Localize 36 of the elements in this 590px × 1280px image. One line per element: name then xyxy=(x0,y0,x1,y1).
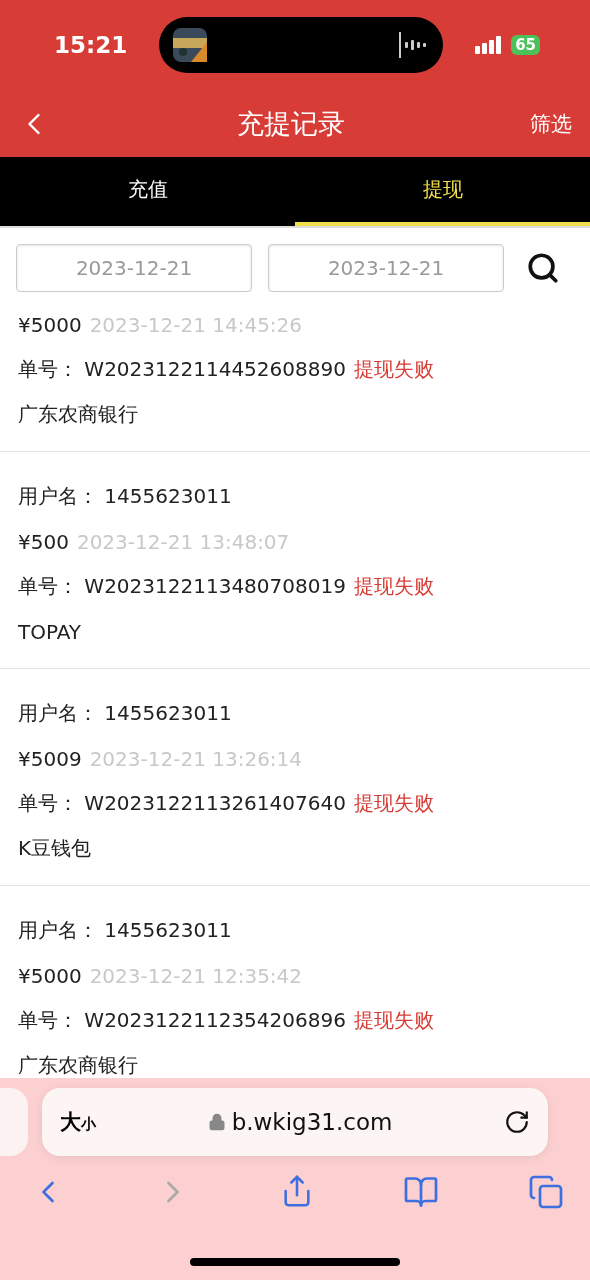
battery-level: 65 xyxy=(511,35,540,55)
payment-method: 广东农商银行 xyxy=(18,1052,138,1078)
tabs-icon[interactable] xyxy=(528,1174,564,1210)
order-number: 单号： W2023122113261407640 xyxy=(18,790,346,817)
amount: ¥5009 xyxy=(18,746,82,771)
payment-method: K豆钱包 xyxy=(18,835,92,862)
page-title: 充提记录 xyxy=(237,106,345,141)
address-bar[interactable]: 大小 b.wkig31.com xyxy=(42,1088,548,1156)
text-size-button[interactable]: 大小 xyxy=(60,1108,96,1136)
tab[interactable]: 提现 xyxy=(295,157,590,226)
waveform-icon xyxy=(397,30,428,60)
username: 用户名： 1455623011 xyxy=(18,483,232,510)
username: 用户名： 1455623011 xyxy=(18,917,232,944)
order-number: 单号： W2023122114452608890 xyxy=(18,356,346,383)
status-text: 提现失败 xyxy=(353,1007,434,1034)
bookmarks-icon[interactable] xyxy=(403,1174,439,1210)
status-text: 提现失败 xyxy=(353,573,434,600)
filter-button[interactable]: 筛选 xyxy=(530,109,572,138)
username: 用户名： 1455623011 xyxy=(18,700,232,727)
status-text: 提现失败 xyxy=(353,790,434,817)
order-number: 单号： W2023122113480708019 xyxy=(18,573,346,600)
tab[interactable]: 充值 xyxy=(0,157,295,226)
amount: ¥500 xyxy=(18,529,69,554)
lock-icon xyxy=(207,1113,226,1131)
payment-method: 广东农商银行 xyxy=(18,401,138,428)
amount: ¥5000 xyxy=(18,963,82,988)
status-text: 提现失败 xyxy=(353,356,434,383)
reload-icon[interactable] xyxy=(504,1109,530,1135)
clock-time: 15:21 xyxy=(54,32,128,58)
payment-method: TOPAY xyxy=(18,619,82,644)
amount: ¥5000 xyxy=(18,312,82,337)
tab-preview xyxy=(0,1088,28,1156)
url-text: b.wkig31.com xyxy=(231,1109,393,1135)
order-number: 单号： W2023122112354206896 xyxy=(18,1007,346,1034)
signal-icon xyxy=(475,36,504,54)
search-icon[interactable] xyxy=(526,251,560,285)
